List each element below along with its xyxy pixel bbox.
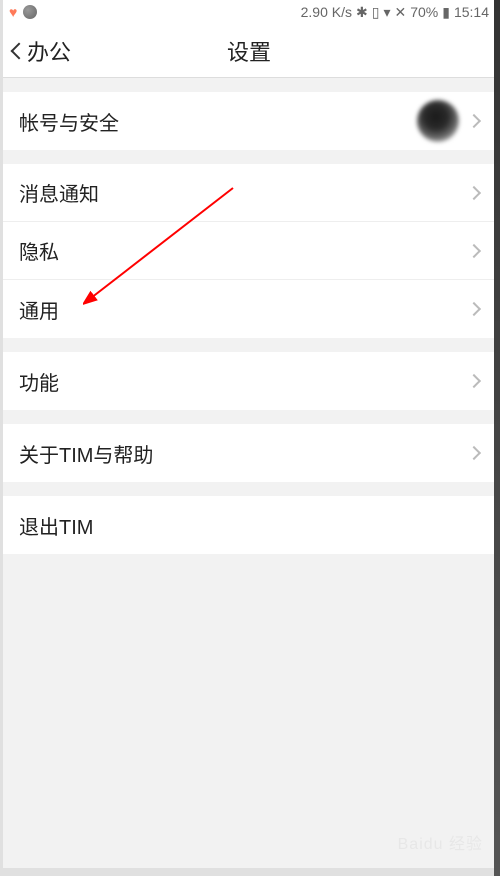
- chevron-right-icon: [467, 374, 481, 388]
- circle-icon: [23, 5, 37, 19]
- chevron-right-icon: [467, 302, 481, 316]
- row-label: 退出TIM: [19, 511, 479, 540]
- right-edge-decoration: [494, 0, 500, 876]
- row-general[interactable]: 通用: [3, 280, 495, 338]
- chevron-right-icon: [467, 185, 481, 199]
- heart-icon: ♥: [9, 4, 17, 20]
- page-title: 设置: [227, 35, 271, 67]
- clock: 15:14: [454, 4, 489, 20]
- battery-percent: 70%: [410, 4, 438, 20]
- bluetooth-icon: ✱: [356, 4, 368, 21]
- battery-icon: ▮: [442, 4, 450, 21]
- network-speed: 2.90 K/s: [301, 4, 352, 20]
- chevron-left-icon: [11, 42, 28, 59]
- chevron-right-icon: [467, 446, 481, 460]
- nav-bar: 办公 设置: [3, 24, 495, 78]
- row-logout[interactable]: 退出TIM: [3, 496, 495, 554]
- row-about-help[interactable]: 关于TIM与帮助: [3, 424, 495, 482]
- row-features[interactable]: 功能: [3, 352, 495, 410]
- vibrate-icon: ▯: [372, 4, 380, 21]
- row-account-security[interactable]: 帐号与安全: [3, 92, 495, 150]
- avatar: [417, 100, 459, 142]
- row-label: 消息通知: [19, 178, 469, 207]
- row-privacy[interactable]: 隐私: [3, 222, 495, 280]
- chevron-right-icon: [467, 243, 481, 257]
- chevron-right-icon: [467, 114, 481, 128]
- row-notifications[interactable]: 消息通知: [3, 164, 495, 222]
- row-label: 关于TIM与帮助: [19, 439, 469, 468]
- row-label: 功能: [19, 367, 469, 396]
- watermark: Baidu 经验: [398, 830, 483, 854]
- row-label: 通用: [19, 295, 469, 324]
- back-label: 办公: [27, 35, 71, 67]
- row-label: 帐号与安全: [19, 107, 417, 136]
- signal-icon: ✕: [394, 4, 406, 21]
- wifi-icon: ▾: [383, 4, 390, 21]
- back-button[interactable]: 办公: [3, 35, 71, 67]
- status-bar: ♥ 2.90 K/s ✱ ▯ ▾ ✕ 70% ▮ 15:14: [3, 0, 495, 24]
- row-label: 隐私: [19, 236, 469, 265]
